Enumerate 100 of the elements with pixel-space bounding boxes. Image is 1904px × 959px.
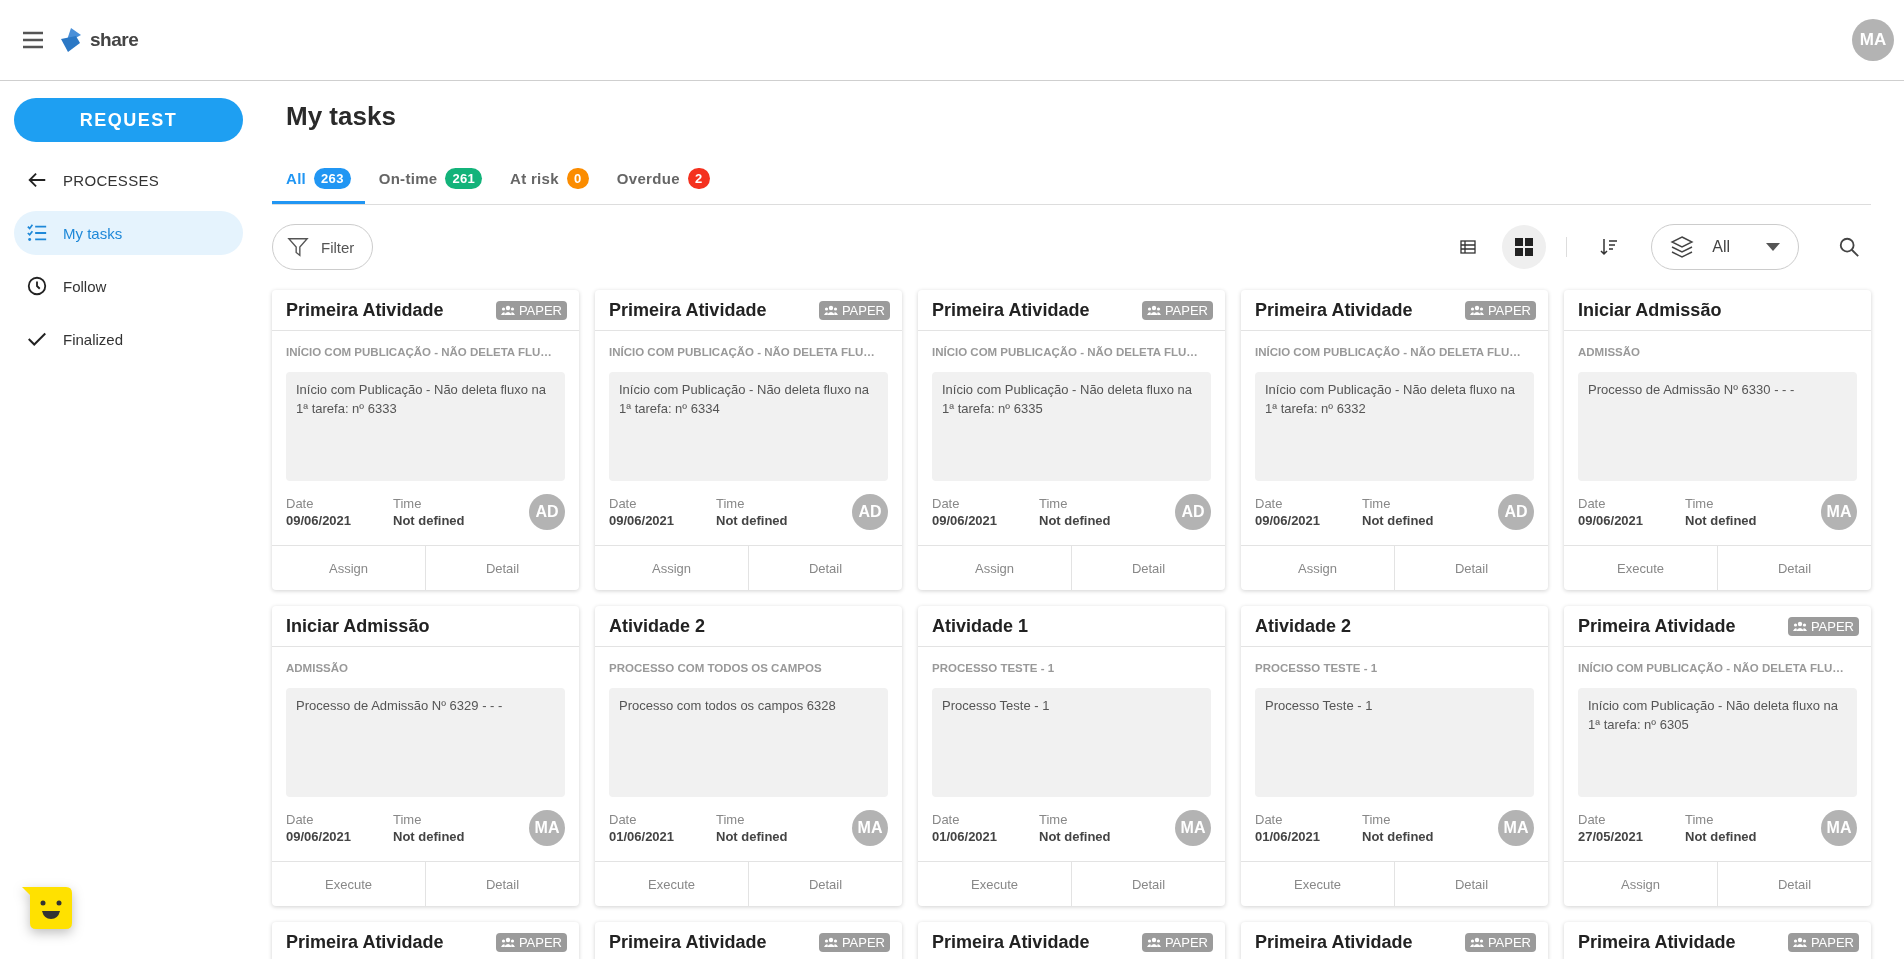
card-title: Primeira Atividade xyxy=(609,299,767,321)
assignee-avatar: MA xyxy=(1821,494,1857,530)
time-value: Not defined xyxy=(1039,513,1112,528)
card-action-button[interactable]: Assign xyxy=(1241,546,1394,590)
time-label: Time xyxy=(716,496,746,511)
card-action-button[interactable]: Detail xyxy=(425,546,579,590)
assignee-avatar: MA xyxy=(529,810,565,846)
card-action-button[interactable]: Execute xyxy=(272,862,425,906)
date-value: 09/06/2021 xyxy=(286,829,353,844)
card-title: Iniciar Admissão xyxy=(1578,299,1722,321)
brand-logo[interactable]: share xyxy=(58,27,139,53)
sidebar-item[interactable]: My tasks xyxy=(14,211,243,255)
task-card[interactable]: Primeira Atividade PAPER xyxy=(1241,922,1548,959)
status-tab[interactable]: At risk 0 xyxy=(496,168,603,204)
card-action-button[interactable]: Execute xyxy=(1564,546,1717,590)
card-action-button[interactable]: Assign xyxy=(918,546,1071,590)
date-label: Date xyxy=(1255,496,1284,511)
card-action-button[interactable]: Detail xyxy=(425,862,579,906)
back-link[interactable]: PROCESSES xyxy=(14,158,243,202)
time-label: Time xyxy=(393,812,423,827)
task-card[interactable]: Primeira Atividade PAPER xyxy=(918,922,1225,959)
task-card[interactable]: Atividade 2 PROCESSO COM TODOS OS CAMPOS Processo com todos os campos 6328 Date 01/06/2021 Time Not defined MA Execute Detail xyxy=(595,606,902,906)
time-value: Not defined xyxy=(1685,513,1758,528)
card-action-button[interactable]: Detail xyxy=(748,862,902,906)
sidebar-item[interactable]: Finalized xyxy=(14,317,243,361)
card-title: Primeira Atividade xyxy=(286,299,444,321)
card-title: Primeira Atividade xyxy=(1578,615,1736,637)
task-card[interactable]: Iniciar Admissão ADMISSÃO Processo de Admissão Nº 6330 - - - Date 09/06/2021 Time Not defined MA Execute Detail xyxy=(1564,290,1871,590)
sidebar-item[interactable]: Follow xyxy=(14,264,243,308)
status-tab[interactable]: Overdue 2 xyxy=(602,168,724,204)
card-action-button[interactable]: Detail xyxy=(1071,862,1225,906)
card-title: Primeira Atividade xyxy=(1255,931,1413,953)
description-box: Início com Publicação - Não deleta fluxo na 1ª tarefa: nº 6332 xyxy=(1255,372,1534,481)
task-card[interactable]: Primeira Atividade PAPER xyxy=(595,922,902,959)
task-card[interactable]: Atividade 2 PROCESSO TESTE - 1 Processo Teste - 1 Date 01/06/2021 Time Not defined MA Execute Detail xyxy=(1241,606,1548,906)
task-card[interactable]: Primeira Atividade PAPER xyxy=(272,922,579,959)
process-name: INÍCIO COM PUBLICAÇÃO - NÃO DELETA FLU… xyxy=(1255,345,1522,360)
people-icon xyxy=(1146,937,1161,947)
funnel-icon xyxy=(287,236,309,258)
card-action-button[interactable]: Detail xyxy=(748,546,902,590)
count-badge: 261 xyxy=(445,168,483,189)
card-action-button[interactable]: Detail xyxy=(1394,546,1548,590)
assignee-avatar: AD xyxy=(529,494,565,530)
time-label: Time xyxy=(1362,496,1392,511)
date-value: 01/06/2021 xyxy=(609,829,676,844)
card-action-button[interactable]: Detail xyxy=(1071,546,1225,590)
date-label: Date xyxy=(1578,496,1607,511)
time-label: Time xyxy=(393,496,423,511)
card-action-button[interactable]: Detail xyxy=(1717,546,1871,590)
task-card[interactable]: Primeira Atividade PAPER INÍCIO COM PUBLICAÇÃO - NÃO DELETA FLU… Início com Publicação - Não deleta fluxo na 1ª tarefa: nº 6335 Date 09/06/2021 Time Not defined AD Assign Detail xyxy=(918,290,1225,590)
people-icon xyxy=(823,937,838,947)
card-title: Atividade 1 xyxy=(932,615,1029,637)
people-icon xyxy=(1469,937,1484,947)
clock-icon xyxy=(26,275,48,297)
card-action-button[interactable]: Assign xyxy=(595,546,748,590)
paper-badge: PAPER xyxy=(1141,932,1213,952)
menu-icon[interactable] xyxy=(22,31,44,49)
task-card[interactable]: Primeira Atividade PAPER INÍCIO COM PUBLICAÇÃO - NÃO DELETA FLU… Início com Publicação - Não deleta fluxo na 1ª tarefa: nº 6332 Date 09/06/2021 Time Not defined AD Assign Detail xyxy=(1241,290,1548,590)
date-value: 27/05/2021 xyxy=(1578,829,1645,844)
assignee-avatar: MA xyxy=(852,810,888,846)
request-button[interactable]: REQUEST xyxy=(14,98,243,142)
card-action-button[interactable]: Assign xyxy=(1564,862,1717,906)
card-action-button[interactable]: Detail xyxy=(1717,862,1871,906)
count-badge: 263 xyxy=(314,168,351,189)
card-title: Primeira Atividade xyxy=(932,299,1090,321)
paper-badge: PAPER xyxy=(818,932,890,952)
task-card[interactable]: Primeira Atividade PAPER xyxy=(1564,922,1871,959)
paper-badge: PAPER xyxy=(818,300,890,320)
date-value: 09/06/2021 xyxy=(286,513,353,528)
grid-view-button[interactable] xyxy=(1502,225,1547,269)
time-value: Not defined xyxy=(393,513,466,528)
time-label: Time xyxy=(1039,812,1069,827)
time-value: Not defined xyxy=(1685,829,1758,844)
card-action-button[interactable]: Execute xyxy=(1241,862,1394,906)
card-action-button[interactable]: Detail xyxy=(1394,862,1548,906)
assignee-avatar: MA xyxy=(1175,810,1211,846)
date-label: Date xyxy=(286,496,315,511)
count-badge: 0 xyxy=(566,168,589,189)
card-action-button[interactable]: Assign xyxy=(272,546,425,590)
card-title: Iniciar Admissão xyxy=(286,615,430,637)
card-action-button[interactable]: Execute xyxy=(595,862,748,906)
date-value: 01/06/2021 xyxy=(1255,829,1322,844)
status-tab[interactable]: On-time 261 xyxy=(364,168,497,204)
task-card[interactable]: Iniciar Admissão ADMISSÃO Processo de Admissão Nº 6329 - - - Date 09/06/2021 Time Not defined MA Execute Detail xyxy=(272,606,579,906)
time-label: Time xyxy=(1685,496,1715,511)
task-card[interactable]: Primeira Atividade PAPER INÍCIO COM PUBLICAÇÃO - NÃO DELETA FLU… Início com Publicação - Não deleta fluxo na 1ª tarefa: nº 6333 Date 09/06/2021 Time Not defined AD Assign Detail xyxy=(272,290,579,590)
time-label: Time xyxy=(1039,496,1069,511)
time-value: Not defined xyxy=(1039,829,1112,844)
sort-icon xyxy=(1600,238,1619,256)
task-card[interactable]: Primeira Atividade PAPER INÍCIO COM PUBLICAÇÃO - NÃO DELETA FLU… Início com Publicação - Não deleta fluxo na 1ª tarefa: nº 6334 Date 09/06/2021 Time Not defined AD Assign Detail xyxy=(595,290,902,590)
assignee-avatar: AD xyxy=(852,494,888,530)
task-card[interactable]: Primeira Atividade PAPER INÍCIO COM PUBLICAÇÃO - NÃO DELETA FLU… Início com Publicação - Não deleta fluxo na 1ª tarefa: nº 6305 Date 27/05/2021 Time Not defined MA Assign Detail xyxy=(1564,606,1871,906)
card-action-button[interactable]: Execute xyxy=(918,862,1071,906)
time-value: Not defined xyxy=(393,829,466,844)
card-title: Atividade 2 xyxy=(609,615,706,637)
status-tab[interactable]: All 263 xyxy=(272,168,365,204)
date-label: Date xyxy=(609,812,638,827)
task-card[interactable]: Atividade 1 PROCESSO TESTE - 1 Processo Teste - 1 Date 01/06/2021 Time Not defined MA Execute Detail xyxy=(918,606,1225,906)
paper-badge: PAPER xyxy=(1464,932,1536,952)
card-title: Primeira Atividade xyxy=(609,931,767,953)
